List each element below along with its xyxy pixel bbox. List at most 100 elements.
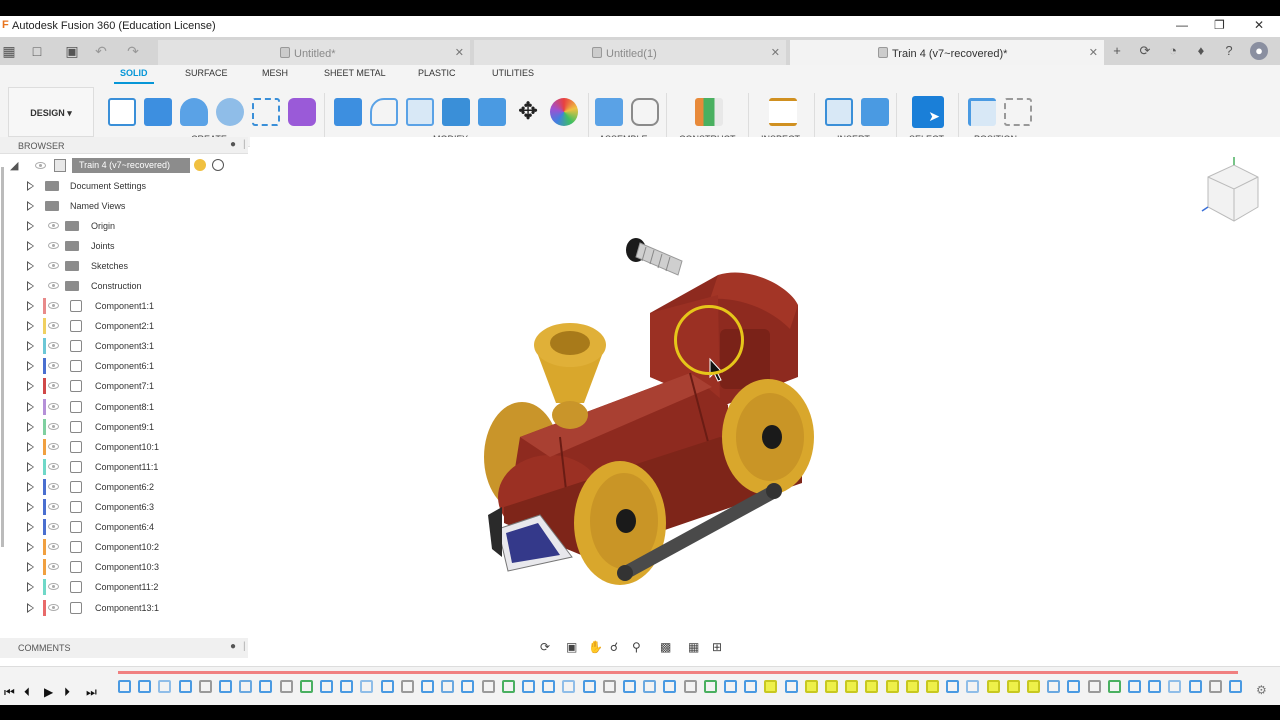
combine-icon[interactable] — [442, 98, 470, 126]
timeline-feature-icon[interactable] — [461, 680, 475, 693]
timeline-feature-icon[interactable] — [320, 680, 333, 693]
browser-folder-row[interactable]: Origin — [0, 216, 248, 236]
tab-solid[interactable]: SOLID — [114, 68, 153, 84]
timeline-feature-icon[interactable] — [279, 680, 293, 693]
screw-part[interactable] — [626, 238, 683, 276]
expand-arrow-icon[interactable] — [27, 301, 34, 311]
tab-sheet-metal[interactable]: SHEET METAL — [324, 68, 386, 78]
close-window-icon[interactable]: ✕ — [1254, 18, 1264, 32]
timeline-feature-icon[interactable] — [1107, 680, 1121, 693]
visibility-eye-icon[interactable] — [35, 162, 46, 169]
zoom-icon[interactable]: ☌ — [610, 640, 618, 654]
expand-arrow-icon[interactable] — [27, 321, 34, 332]
visibility-eye-icon[interactable] — [48, 523, 59, 531]
expand-arrow-icon[interactable] — [27, 201, 34, 211]
browser-component-row[interactable]: Component11:1 — [0, 457, 248, 477]
wheel-rear-right[interactable] — [722, 379, 814, 495]
expand-arrow-icon[interactable] — [27, 602, 34, 613]
timeline-feature-icon[interactable] — [905, 680, 919, 693]
visibility-eye-icon[interactable] — [48, 282, 59, 289]
timeline-feature-icon[interactable] — [724, 680, 737, 693]
tab-train-4[interactable]: Train 4 (v7~recovered)* ✕ — [790, 40, 1104, 65]
timeline-feature-icon[interactable] — [1087, 680, 1101, 693]
timeline-feature-icon[interactable] — [562, 680, 576, 693]
visibility-eye-icon[interactable] — [48, 262, 59, 269]
timeline-feature-icon[interactable] — [825, 680, 838, 693]
close-tab-icon[interactable]: ✕ — [771, 46, 780, 59]
timeline-feature-icon[interactable] — [623, 680, 636, 693]
tab-utilities[interactable]: UTILITIES — [492, 68, 534, 78]
timeline-feature-icon[interactable] — [602, 680, 616, 693]
timeline-feature-icon[interactable] — [299, 680, 313, 693]
collapse-arrow-icon[interactable]: ◢ — [10, 159, 18, 172]
display-settings-icon[interactable]: ▩ — [660, 640, 671, 654]
timeline-feature-icon[interactable] — [118, 680, 131, 693]
notifications-icon[interactable]: ♦ — [1192, 42, 1210, 60]
timeline-feature-icon[interactable] — [481, 680, 495, 693]
expand-arrow-icon[interactable] — [27, 421, 34, 432]
tab-plastic[interactable]: PLASTIC — [418, 68, 456, 78]
timeline-feature-icon[interactable] — [380, 680, 394, 693]
timeline-feature-icon[interactable] — [198, 680, 212, 693]
job-status-icon[interactable]: ◔ — [1164, 42, 1182, 60]
undo-icon[interactable]: ↶ — [92, 42, 110, 60]
timeline-feature-icon[interactable] — [259, 680, 273, 693]
timeline-feature-icon[interactable] — [441, 680, 455, 693]
visibility-eye-icon[interactable] — [48, 342, 59, 350]
appearance-icon[interactable] — [550, 98, 578, 126]
timeline-feature-icon[interactable] — [1006, 680, 1020, 693]
browser-component-row[interactable]: Component8:1 — [0, 397, 248, 417]
browser-component-row[interactable]: Component6:4 — [0, 517, 248, 537]
timeline-feature-icon[interactable] — [885, 680, 899, 693]
joint-icon[interactable] — [631, 98, 659, 126]
visibility-eye-icon[interactable] — [48, 442, 59, 450]
step-back-icon[interactable]: ⏴ — [24, 685, 30, 700]
browser-component-row[interactable]: Component10:3 — [0, 557, 248, 577]
comments-pin-icon[interactable]: ● — [230, 641, 236, 652]
close-tab-icon[interactable]: ✕ — [455, 46, 464, 59]
timeline-feature-icon[interactable] — [804, 680, 818, 693]
expand-arrow-icon[interactable] — [27, 261, 34, 271]
timeline-feature-icon[interactable] — [744, 680, 758, 693]
timeline-feature-icon[interactable] — [865, 680, 879, 693]
timeline-feature-icon[interactable] — [986, 680, 1000, 693]
browser-component-row[interactable]: Component1:1 — [0, 296, 248, 316]
browser-component-row[interactable]: Component6:3 — [0, 497, 248, 517]
zoom-window-icon[interactable]: ⚲ — [632, 640, 641, 654]
timeline-feature-icon[interactable] — [239, 680, 253, 693]
browser-component-row[interactable]: Component10:1 — [0, 437, 248, 457]
go-to-start-icon[interactable]: ⏮ — [4, 685, 15, 700]
timeline-feature-icon[interactable] — [1067, 680, 1081, 693]
visibility-eye-icon[interactable] — [48, 362, 59, 370]
minimize-icon[interactable]: — — [1176, 18, 1188, 32]
browser-folder-row[interactable]: Construction — [0, 276, 248, 296]
timeline-feature-icon[interactable] — [1168, 680, 1182, 693]
browser-root-row[interactable]: ◢ Train 4 (v7~recovered) — [0, 156, 248, 176]
visibility-eye-icon[interactable] — [48, 563, 59, 571]
pan-icon[interactable]: ✋ — [588, 640, 603, 654]
timeline-feature-icon[interactable] — [340, 680, 354, 693]
step-forward-icon[interactable]: ⏵ — [64, 685, 70, 700]
orbit-icon[interactable]: ⟳ — [540, 640, 550, 654]
create-sketch-icon[interactable] — [108, 98, 136, 126]
maximize-icon[interactable]: ❐ — [1214, 18, 1225, 32]
tab-mesh[interactable]: MESH — [262, 68, 288, 78]
expand-arrow-icon[interactable] — [27, 502, 34, 512]
timeline-feature-icon[interactable] — [1027, 680, 1040, 693]
wheel-front-right[interactable] — [574, 461, 666, 585]
timeline-feature-icon[interactable] — [683, 680, 697, 693]
expand-arrow-icon[interactable] — [27, 481, 34, 492]
visibility-eye-icon[interactable] — [48, 382, 59, 390]
activate-radio-icon[interactable] — [194, 159, 206, 171]
timeline-feature-icon[interactable] — [501, 680, 515, 693]
fillet-icon[interactable] — [370, 98, 398, 126]
timeline-feature-icon[interactable] — [643, 680, 657, 693]
tab-untitled[interactable]: Untitled* ✕ — [158, 40, 470, 65]
browser-pin-icon[interactable]: ● — [230, 139, 236, 150]
browser-scrollbar[interactable] — [1, 167, 4, 547]
help-icon[interactable]: ? — [1220, 42, 1238, 60]
close-tab-icon[interactable]: ✕ — [1089, 46, 1098, 59]
file-icon[interactable]: □ — [28, 42, 46, 60]
timeline-feature-icon[interactable] — [542, 680, 556, 693]
timeline-feature-icon[interactable] — [1148, 680, 1162, 693]
